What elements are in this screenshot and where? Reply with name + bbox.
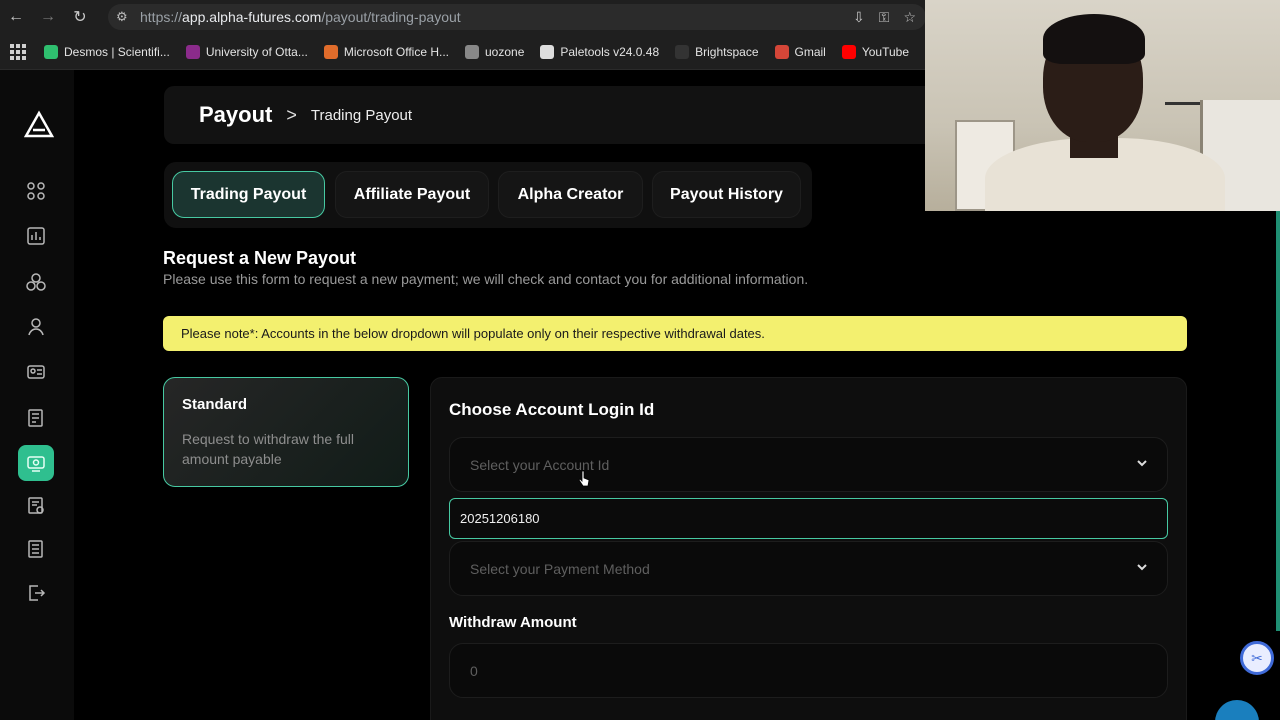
bookmark-label: Brightspace	[695, 44, 759, 59]
uozone-icon	[465, 44, 479, 59]
bookmark-label: uozone	[485, 44, 525, 59]
user-icon[interactable]	[18, 309, 54, 345]
bookmark-item[interactable]: University of Otta...	[185, 44, 308, 59]
breadcrumb-root[interactable]: Payout	[199, 102, 272, 128]
payment-select-placeholder: Select your Payment Method	[470, 560, 650, 577]
tab-payout-history[interactable]: Payout History	[652, 171, 801, 218]
address-bar[interactable]: ⚙ https://app.alpha-futures.com/payout/t…	[108, 4, 926, 30]
url-path: /payout/trading-payout	[321, 9, 461, 25]
chart-icon[interactable]	[18, 218, 54, 254]
bookmark-label: Desmos | Scientifi...	[64, 44, 170, 59]
back-icon[interactable]: ←	[0, 0, 32, 34]
bookmark-label: Microsoft Office H...	[343, 44, 449, 59]
tab-trading-payout[interactable]: Trading Payout	[172, 171, 325, 218]
report-icon[interactable]	[18, 531, 54, 567]
gmail-icon	[774, 44, 789, 59]
standard-card-title: Standard	[182, 396, 248, 413]
bookmark-item[interactable]: Microsoft Office H...	[323, 44, 449, 59]
document-icon[interactable]	[18, 400, 54, 436]
alpha-logo-icon[interactable]	[24, 110, 54, 140]
bookmark-item[interactable]: Desmos | Scientifi...	[44, 44, 170, 59]
desmos-icon	[44, 44, 58, 59]
webcam-overlay	[925, 0, 1280, 211]
bookmark-label: YouTube	[861, 44, 909, 59]
bookmark-item[interactable]: YouTube	[841, 44, 909, 59]
reload-icon[interactable]: ↻	[64, 0, 96, 34]
withdraw-amount-input[interactable]: 0	[449, 643, 1168, 698]
payout-icon[interactable]	[18, 445, 54, 481]
chevron-down-icon	[1137, 564, 1147, 571]
mouse-cursor-icon	[578, 470, 590, 487]
standard-payout-card[interactable]: Standard Request to withdraw the full am…	[163, 377, 409, 487]
url-host: app.alpha-futures.com	[182, 9, 322, 25]
bookmark-item[interactable]: uozone	[465, 44, 525, 59]
tab-affiliate-payout[interactable]: Affiliate Payout	[335, 171, 489, 218]
paletools-icon	[540, 44, 555, 59]
page-scrollbar[interactable]	[1276, 211, 1280, 631]
accessibility-widget-icon[interactable]: ✂	[1240, 641, 1274, 675]
webcam-person-hair	[1043, 14, 1145, 64]
payout-tabs: Trading Payout Affiliate Payout Alpha Cr…	[164, 162, 812, 228]
form-title: Choose Account Login Id	[449, 400, 655, 419]
page-subtitle: Please use this form to request a new pa…	[163, 271, 809, 287]
breadcrumb-separator: >	[286, 104, 297, 125]
withdraw-amount-label: Withdraw Amount	[449, 614, 577, 631]
bookmark-item[interactable]: Brightspace	[675, 44, 759, 59]
office-icon	[323, 44, 338, 59]
account-id-select[interactable]: Select your Account Id	[449, 437, 1168, 492]
apps-grid-icon[interactable]	[10, 43, 26, 60]
certificate-icon[interactable]	[18, 488, 54, 524]
breadcrumb-current: Trading Payout	[310, 106, 413, 124]
page-title: Request a New Payout	[163, 248, 357, 268]
d2l-icon	[675, 44, 690, 59]
url-prefix: https://	[140, 9, 183, 25]
bookmark-label: University of Otta...	[205, 44, 308, 59]
uottawa-icon	[185, 44, 200, 59]
chevron-down-icon	[1137, 460, 1147, 467]
site-settings-icon[interactable]: ⚙	[116, 9, 134, 25]
youtube-icon	[841, 44, 856, 59]
notice-banner: Please note*: Accounts in the below drop…	[163, 316, 1187, 351]
password-key-icon[interactable]: ⚿	[879, 9, 890, 26]
amount-placeholder: 0	[470, 662, 478, 679]
forward-icon[interactable]: →	[32, 0, 64, 34]
bookmark-item[interactable]: Paletools v24.0.48	[540, 44, 660, 59]
tab-alpha-creator[interactable]: Alpha Creator	[498, 171, 643, 218]
bookmark-label: Gmail	[794, 44, 826, 59]
account-option[interactable]: 20251206180	[449, 498, 1168, 539]
id-card-icon[interactable]	[18, 354, 54, 390]
dashboard-icon[interactable]	[18, 173, 54, 209]
payment-method-select[interactable]: Select your Payment Method	[449, 541, 1168, 596]
bookmark-item[interactable]: Gmail	[774, 44, 826, 59]
bookmark-star-icon[interactable]: ☆	[903, 9, 916, 26]
payout-form: Choose Account Login Id Select your Acco…	[430, 377, 1187, 720]
coins-icon[interactable]	[18, 264, 54, 300]
logout-icon[interactable]	[18, 575, 54, 611]
bookmark-label: Paletools v24.0.48	[560, 44, 660, 59]
install-icon[interactable]: ⇩	[853, 9, 865, 26]
standard-card-description: Request to withdraw the full amount paya…	[182, 431, 354, 467]
breadcrumb: Payout > Trading Payout	[164, 86, 1004, 144]
sidebar	[0, 70, 74, 720]
